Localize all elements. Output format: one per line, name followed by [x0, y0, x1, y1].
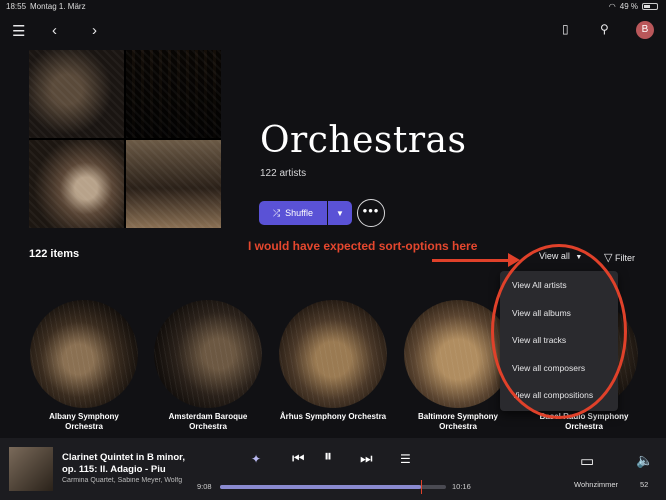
artist-name: Århus Symphony Orchestra [279, 412, 387, 421]
collage-tile [29, 50, 124, 138]
pause-icon[interactable]: ⏸ [324, 448, 332, 466]
collage-tile [29, 140, 124, 228]
genre-collage-image [29, 50, 221, 228]
track-title[interactable]: Clarinet Quintet in B minor, op. 115: II… [62, 452, 192, 476]
annotation-oval [491, 244, 627, 419]
collage-tile [126, 50, 221, 138]
radio-sparkle-icon[interactable]: ✦ [251, 452, 261, 466]
shuffle-group: ⤮ Shuffle ▼ [259, 201, 352, 225]
next-track-icon[interactable]: ⏭ [360, 450, 373, 467]
menu-icon[interactable]: ☰ [12, 24, 25, 39]
annotation-arrow-head [508, 253, 520, 267]
artist-count: 122 artists [260, 168, 307, 179]
bookmark-icon[interactable]: ▯ [562, 23, 569, 35]
annotation-text: I would have expected sort-options here [248, 239, 478, 253]
artist-card[interactable]: Albany Symphony Orchestra [30, 300, 138, 433]
artist-name: Amsterdam Baroque Orchestra [168, 412, 248, 432]
shuffle-dropdown-button[interactable]: ▼ [328, 201, 352, 225]
more-options-button[interactable]: ••• [357, 199, 385, 227]
artist-image [279, 300, 387, 408]
artist-name: Baltimore Symphony Orchestra [417, 412, 498, 432]
shuffle-label: Shuffle [285, 208, 314, 218]
progress-fill [220, 485, 422, 489]
artist-image [154, 300, 262, 408]
chevron-down-icon: ▼ [336, 208, 344, 218]
top-bar: ☰ ‹ › ▯ ⚲ B [0, 18, 666, 46]
previous-track-icon[interactable]: ⏮ [292, 450, 305, 467]
collage-tile [126, 140, 221, 228]
status-bar: 18:55 Montag 1. März ◠ 49 % [0, 0, 666, 14]
track-artist: Carmina Quartet, Sabine Meyer, Wolfg [62, 477, 183, 484]
wifi-icon: ◠ [608, 2, 616, 11]
progress-knob[interactable] [421, 480, 423, 494]
avatar[interactable]: B [636, 21, 654, 39]
filter-label: Filter [614, 253, 635, 263]
status-time: 18:55 [6, 2, 27, 11]
filter-icon: ▽ [604, 252, 613, 264]
album-cover[interactable] [9, 447, 53, 491]
zone-label[interactable]: Wohnzimmer [574, 480, 618, 489]
shuffle-button[interactable]: ⤮ Shuffle [259, 201, 327, 225]
battery-percent: 49 % [619, 2, 638, 11]
queue-icon[interactable]: ☰ [400, 452, 411, 466]
search-icon[interactable]: ⚲ [600, 23, 609, 35]
progress-bar[interactable] [220, 480, 446, 494]
elapsed-time: 9:08 [197, 482, 212, 491]
artist-card[interactable]: Amsterdam Baroque Orchestra [154, 300, 262, 433]
artist-name: Albany Symphony Orchestra [49, 412, 119, 432]
status-date: Montag 1. März [30, 2, 86, 11]
artist-card[interactable]: Århus Symphony Orchestra [279, 300, 387, 422]
volume-icon[interactable]: 🔈 [636, 452, 653, 469]
annotation-arrow [432, 259, 512, 262]
speaker-zone-icon[interactable]: ▭ [580, 452, 594, 470]
shuffle-icon: ⤮ [272, 207, 281, 218]
now-playing-bar: Clarinet Quintet in B minor, op. 115: II… [0, 438, 666, 500]
back-icon[interactable]: ‹ [52, 23, 57, 38]
items-count: 122 items [29, 248, 80, 260]
filter-button[interactable]: ▽ Filter [604, 251, 635, 264]
artist-image [30, 300, 138, 408]
status-right: ◠ 49 % [609, 2, 658, 11]
volume-level: 52 [640, 480, 649, 489]
forward-icon[interactable]: › [92, 23, 97, 38]
track-duration: 10:16 [452, 482, 471, 491]
page-title: Orchestras [260, 120, 467, 161]
battery-icon [642, 3, 658, 10]
